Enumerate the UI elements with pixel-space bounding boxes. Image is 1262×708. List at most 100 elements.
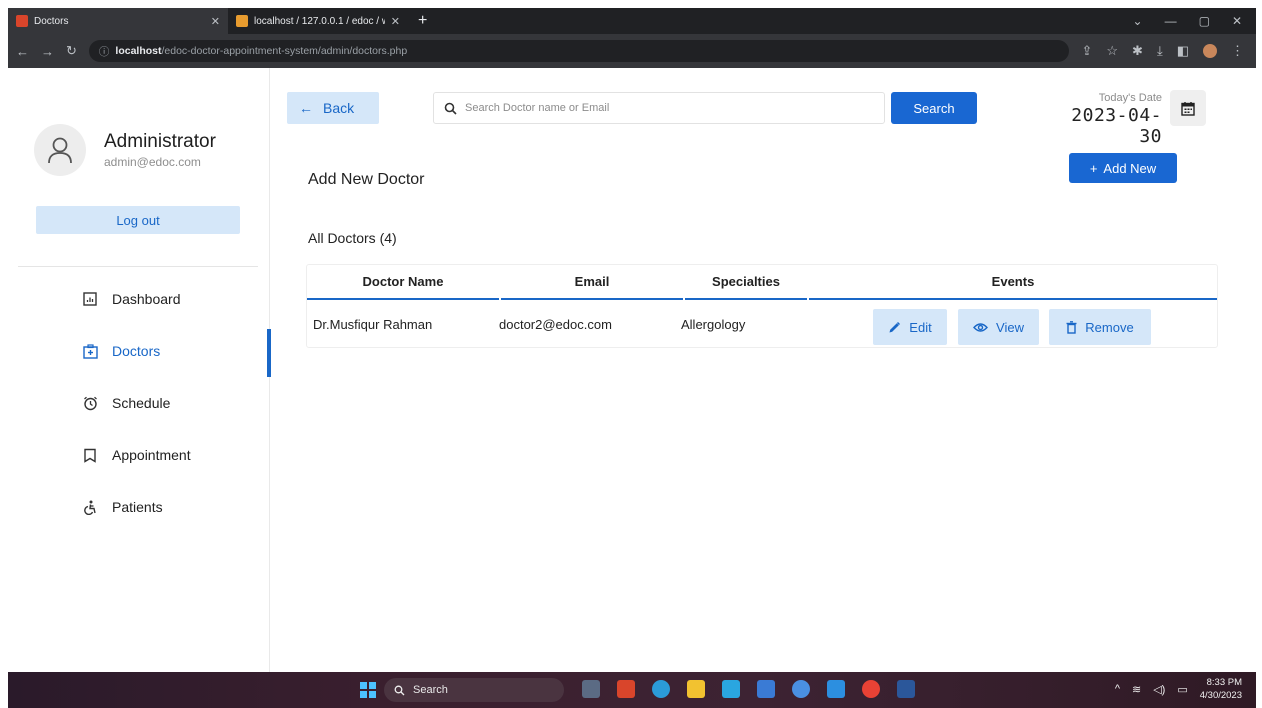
search-input[interactable]: Search Doctor name or Email — [433, 92, 885, 124]
address-bar[interactable]: ⓘ localhost/edoc-doctor-appointment-syst… — [88, 40, 1070, 62]
cell-email: doctor2@edoc.com — [499, 317, 612, 332]
admin-profile: Administrator admin@edoc.com — [34, 124, 216, 176]
remove-button[interactable]: Remove — [1049, 309, 1151, 345]
search-placeholder: Search Doctor name or Email — [465, 102, 610, 114]
main-content: ← Back Search Doctor name or Email Searc… — [270, 68, 1256, 672]
sidebar-item-label: Dashboard — [112, 291, 181, 307]
tab-phpmyadmin[interactable]: localhost / 127.0.0.1 / edoc / wel ✕ — [228, 8, 408, 34]
doctors-table: Doctor Name Email Specialties Events Dr.… — [306, 264, 1218, 348]
sidebar-item-dashboard[interactable]: Dashboard — [8, 273, 270, 325]
sidebar-menu: Dashboard Doctors Schedule Appointment P… — [8, 273, 271, 533]
date-label: Today's Date — [1098, 92, 1162, 104]
sidebar-item-doctors[interactable]: Doctors — [8, 325, 271, 377]
new-tab-button[interactable]: + — [408, 12, 437, 30]
column-header-email[interactable]: Email — [501, 265, 683, 300]
browser-tab-bar: Doctors ✕ localhost / 127.0.0.1 / edoc /… — [8, 8, 1256, 34]
sidebar-divider — [18, 266, 258, 267]
phpmyadmin-favicon-icon — [236, 15, 248, 27]
sidebar-item-schedule[interactable]: Schedule — [8, 377, 270, 429]
chevron-up-icon[interactable]: ^ — [1115, 683, 1120, 695]
column-header-events[interactable]: Events — [809, 265, 1217, 300]
store-icon[interactable] — [757, 680, 775, 698]
mail-icon[interactable] — [722, 680, 740, 698]
add-new-doctor-title: Add New Doctor — [308, 171, 425, 188]
back-arrow-icon[interactable]: ← — [16, 44, 29, 59]
edge-icon[interactable] — [652, 680, 670, 698]
sidebar-item-label: Schedule — [112, 395, 171, 411]
battery-icon[interactable]: ▭ — [1177, 683, 1187, 696]
forward-arrow-icon[interactable]: → — [41, 44, 54, 59]
site-info-icon[interactable]: ⓘ — [99, 44, 110, 59]
date-value: 2023-04-30 — [1071, 105, 1162, 147]
back-label: Back — [323, 100, 355, 116]
search-icon — [444, 102, 457, 115]
sidebar-item-appointment[interactable]: Appointment — [8, 429, 270, 481]
task-view-icon[interactable] — [582, 680, 600, 698]
user-icon — [48, 137, 72, 164]
column-header-doctor-name[interactable]: Doctor Name — [307, 265, 499, 300]
sidebar-item-label: Appointment — [112, 447, 191, 463]
edoc-favicon-icon — [16, 15, 28, 27]
accessibility-icon — [82, 499, 98, 515]
close-tab-icon[interactable]: ✕ — [391, 15, 400, 28]
cell-doctor-name: Dr.Musfiqur Rahman — [313, 317, 433, 332]
tab-search-icon[interactable]: ⌄ — [1133, 14, 1143, 28]
minimize-icon[interactable]: — — [1165, 14, 1177, 28]
taskbar-search[interactable]: Search — [384, 678, 564, 702]
vscode-icon[interactable] — [827, 680, 845, 698]
clock-icon — [82, 395, 98, 411]
bookmark-icon — [82, 447, 98, 463]
calendar-button[interactable] — [1170, 90, 1206, 126]
close-window-icon[interactable]: ✕ — [1232, 14, 1242, 28]
clock[interactable]: 8:33 PM 4/30/2023 — [1200, 676, 1242, 702]
maximize-icon[interactable]: ▢ — [1199, 14, 1210, 28]
search-button[interactable]: Search — [891, 92, 977, 124]
url-host: localhost — [115, 45, 162, 57]
sidebar-item-label: Doctors — [112, 343, 161, 359]
admin-email: admin@edoc.com — [104, 155, 201, 169]
table-header: Doctor Name Email Specialties Events — [307, 265, 1217, 300]
clock-time: 8:33 PM — [1206, 677, 1242, 688]
chrome-icon[interactable] — [862, 680, 880, 698]
volume-icon[interactable]: ◁) — [1153, 683, 1165, 696]
avatar — [34, 124, 86, 176]
side-panel-icon[interactable]: ◧ — [1177, 43, 1189, 59]
edoc-app-icon[interactable] — [617, 680, 635, 698]
plus-icon: + — [1089, 160, 1098, 176]
cell-specialty: Allergology — [681, 317, 746, 332]
column-header-specialties[interactable]: Specialties — [685, 265, 807, 300]
window-controls: ⌄ — ▢ ✕ — [1133, 14, 1256, 28]
admin-name: Administrator — [104, 131, 216, 152]
logout-button[interactable]: Log out — [36, 206, 240, 234]
clock-date: 4/30/2023 — [1199, 690, 1242, 701]
edit-button[interactable]: Edit — [873, 309, 947, 345]
menu-kebab-icon[interactable]: ⋮ — [1231, 43, 1244, 59]
extensions-icon[interactable]: ✱ — [1132, 43, 1143, 59]
profile-avatar[interactable] — [1203, 44, 1217, 58]
close-tab-icon[interactable]: ✕ — [211, 15, 220, 28]
windows-start-icon[interactable] — [360, 682, 376, 698]
tab-doctors[interactable]: Doctors ✕ — [8, 8, 228, 34]
sidebar-item-label: Patients — [112, 499, 163, 515]
view-button[interactable]: View — [958, 309, 1039, 345]
wifi-icon[interactable]: ≋ — [1132, 683, 1141, 696]
back-button[interactable]: ← Back — [287, 92, 379, 124]
view-label: View — [996, 319, 1024, 335]
bookmark-star-icon[interactable]: ☆ — [1106, 43, 1118, 59]
edit-label: Edit — [909, 319, 932, 335]
url-path: /edoc-doctor-appointment-system/admin/do… — [161, 45, 408, 57]
sidebar-item-patients[interactable]: Patients — [8, 481, 270, 533]
word-icon[interactable] — [897, 680, 915, 698]
app-icon[interactable] — [792, 680, 810, 698]
file-explorer-icon[interactable] — [687, 680, 705, 698]
add-new-button[interactable]: + Add New — [1069, 153, 1177, 183]
share-icon[interactable]: ⇪ — [1081, 43, 1092, 59]
doctors-icon — [82, 343, 98, 359]
pencil-icon — [889, 321, 901, 332]
eye-icon — [973, 322, 988, 332]
reload-icon[interactable]: ↻ — [66, 43, 77, 59]
system-tray: ^ ≋ ◁) ▭ 8:33 PM 4/30/2023 — [1115, 676, 1242, 702]
browser-actions: ⇪ ☆ ✱ ⤓ ◧ ⋮ — [1081, 43, 1248, 59]
search-icon — [394, 685, 405, 695]
download-icon[interactable]: ⤓ — [1157, 43, 1163, 59]
